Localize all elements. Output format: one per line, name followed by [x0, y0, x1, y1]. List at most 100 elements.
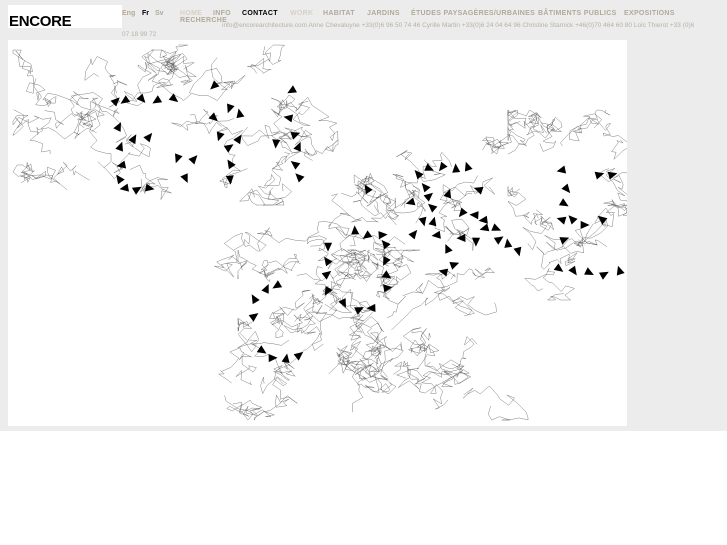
scribble-line — [12, 109, 52, 136]
arrowhead-mark — [580, 220, 590, 229]
arrowhead-mark — [116, 174, 125, 185]
scribble-line — [594, 109, 627, 161]
arrowhead-mark — [504, 238, 513, 248]
arrowhead-mark — [272, 280, 283, 289]
arrowhead-mark — [180, 173, 188, 183]
scribble-line — [247, 44, 286, 74]
arrowhead-mark — [295, 173, 305, 183]
nav-habitat[interactable]: HABITAT — [323, 10, 355, 17]
arrowhead-mark — [143, 132, 153, 143]
scribble-line — [237, 330, 287, 395]
scribble-line — [444, 218, 474, 251]
arrowhead-mark — [378, 231, 388, 240]
arrowhead-mark — [556, 216, 567, 225]
arrowhead-mark — [131, 186, 142, 195]
scribble-line — [403, 328, 436, 370]
scribble-line — [371, 235, 406, 262]
lang-sv[interactable]: Sv — [155, 10, 164, 17]
arrowhead-mark — [248, 313, 259, 322]
arrowhead-mark — [423, 192, 433, 202]
nav-info[interactable]: INFO — [213, 10, 231, 17]
scribble-line — [29, 115, 112, 169]
arrowhead-mark — [553, 263, 564, 272]
scribble-line — [536, 244, 584, 270]
arrowhead-mark — [227, 159, 236, 170]
arrowhead-mark — [424, 163, 434, 171]
scribble-line — [12, 49, 46, 101]
arrowhead-mark — [290, 132, 301, 140]
arrowhead-mark — [283, 114, 294, 123]
nav-contact[interactable]: CONTACT — [242, 10, 278, 17]
arrowhead-mark — [418, 216, 427, 227]
nav-batiments[interactable]: BÂTIMENTS PUBLICS — [538, 10, 617, 17]
lang-eng[interactable]: Eng — [122, 10, 135, 17]
scribble-line — [232, 377, 298, 417]
scribble-map-arrows-icon — [12, 44, 627, 421]
scribble-line — [84, 56, 128, 108]
scribble-line — [257, 152, 292, 200]
scribble-line — [27, 162, 90, 190]
arrowhead-mark — [513, 246, 522, 257]
arrowhead-mark — [439, 161, 448, 172]
arrowhead-mark — [290, 161, 301, 170]
arrowhead-mark — [321, 270, 332, 280]
arrowhead-mark — [119, 183, 129, 192]
arrowhead-mark — [324, 242, 333, 252]
arrowhead-mark — [281, 353, 290, 363]
arrowhead-mark — [561, 183, 571, 194]
scribble-line — [528, 112, 563, 134]
arrowhead-mark — [421, 183, 431, 193]
scribble-line — [217, 347, 257, 386]
arrowhead-mark — [188, 155, 198, 165]
arrowhead-mark — [443, 188, 452, 199]
scribble-line — [524, 268, 576, 301]
lang-fr[interactable]: Fr — [142, 10, 149, 17]
scribble-line — [373, 262, 406, 319]
arrowhead-mark — [362, 230, 373, 239]
arrowhead-mark — [210, 80, 220, 90]
scribble-line — [269, 289, 311, 339]
arrowhead-mark — [431, 230, 441, 239]
scribble-line — [434, 288, 497, 317]
arrowhead-mark — [452, 163, 461, 173]
scribble-line — [462, 385, 529, 421]
scribble-line — [233, 227, 327, 252]
arrowhead-mark — [324, 286, 333, 296]
nav-expositions[interactable]: EXPOSITIONS — [624, 10, 675, 17]
nav-work[interactable]: WORK — [290, 10, 313, 17]
scribble-line — [296, 271, 352, 305]
arrowhead-mark — [478, 215, 488, 224]
arrowhead-mark — [236, 108, 245, 119]
nav-etudes[interactable]: ÉTUDES PAYSAGÈRES/URBAINES — [411, 10, 535, 17]
arrowhead-mark — [449, 262, 460, 270]
scribble-line — [214, 232, 259, 278]
arrowhead-mark — [568, 215, 578, 225]
arrowhead-mark — [408, 229, 418, 240]
arrowhead-mark — [287, 85, 297, 94]
site-logo[interactable]: ENCORE — [8, 5, 122, 30]
arrowhead-mark — [559, 237, 570, 245]
arrowhead-mark — [251, 294, 260, 305]
scribble-lines — [12, 44, 627, 421]
scribble-line — [242, 124, 297, 153]
arrowhead-mark — [568, 265, 577, 276]
nav-recherche[interactable]: RECHERCHE — [180, 17, 227, 24]
arrowhead-mark — [261, 284, 269, 294]
scribble-line — [224, 395, 276, 421]
arrowhead-mark — [428, 216, 437, 227]
arrowhead-mark — [324, 256, 333, 267]
scribble-line — [481, 134, 512, 155]
nav-home[interactable]: HOME — [180, 10, 202, 17]
arrowhead-mark — [168, 93, 179, 103]
arrowhead-mark — [113, 122, 121, 132]
nav-jardins[interactable]: JARDINS — [367, 10, 400, 17]
arrowhead-mark — [556, 165, 567, 174]
arrowhead-mark — [115, 141, 123, 152]
arrowhead-mark — [351, 225, 360, 235]
arrowhead-mark — [152, 95, 163, 104]
contact-info: info@encorearchitecture.com Anne Chevalu… — [222, 22, 695, 29]
scribble-line — [129, 164, 172, 200]
scribble-line — [391, 268, 456, 331]
arrowhead-mark — [491, 223, 502, 231]
scribble-line — [522, 209, 554, 251]
